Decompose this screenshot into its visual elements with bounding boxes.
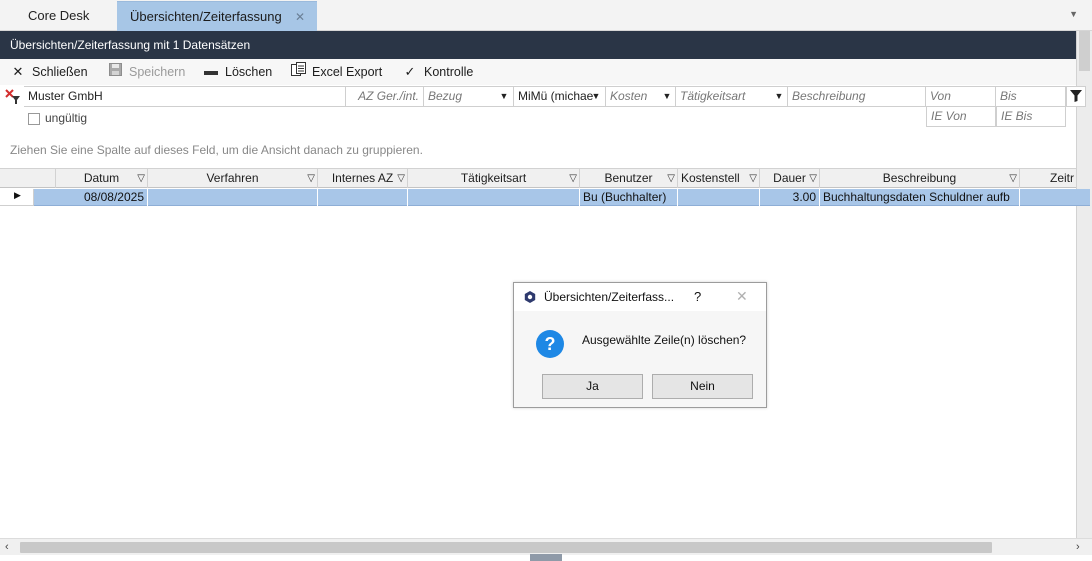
client-filter-field[interactable]: Muster GmbH [24, 86, 346, 107]
column-header-label: Dauer [773, 171, 806, 185]
checkmark-icon: ✓ [404, 64, 416, 79]
page-title: Übersichten/Zeiterfassung mit 1 Datensät… [0, 31, 1092, 59]
app-logo-icon [524, 291, 536, 303]
cell-internes-az[interactable] [318, 189, 408, 206]
tab-zeiterfassung[interactable]: Übersichten/Zeiterfassung ✕ [117, 1, 317, 31]
ie-von-filter-field[interactable]: IE Von [926, 107, 996, 127]
tab-core-desk[interactable]: Core Desk [14, 1, 114, 31]
cell-benutzer[interactable]: Bu (Buchhalter) [580, 189, 678, 206]
beschreibung-filter-field[interactable]: Beschreibung [788, 86, 926, 107]
column-header-beschreibung[interactable]: Beschreibung ▽ [820, 169, 1020, 188]
save-button-label: Speichern [129, 65, 186, 79]
kontrolle-label: Kontrolle [424, 65, 474, 79]
filter-icon[interactable]: ▽ [1009, 169, 1017, 188]
dialog-close-icon[interactable]: ✕ [736, 288, 748, 305]
dialog-title: Übersichten/Zeiterfass... [544, 290, 675, 304]
apply-filter-icon[interactable] [1066, 86, 1086, 107]
vertical-scroll-thumb[interactable] [1079, 31, 1090, 71]
bezug-placeholder: Bezug [428, 89, 463, 103]
column-header-label: Verfahren [206, 171, 259, 185]
filter-row: Muster GmbH AZ Ger./int. Bezug ▼ MiMü (m… [4, 86, 1086, 107]
excel-export-label: Excel Export [312, 65, 383, 79]
close-icon: ✕ [12, 64, 24, 79]
bis-filter-field[interactable]: Bis [996, 86, 1066, 107]
filter-icon[interactable]: ▽ [749, 169, 757, 188]
cell-datum[interactable]: 08/08/2025 [56, 189, 148, 206]
splitter-grip[interactable] [530, 554, 562, 561]
horizontal-scroll-thumb[interactable] [20, 542, 992, 553]
spreadsheet-icon [290, 62, 306, 82]
table-row[interactable]: 08/08/2025 Bu (Buchhalter) 3.00 Buchhalt… [0, 189, 1090, 206]
cell-taetigkeitsart[interactable] [408, 189, 580, 206]
help-icon[interactable]: ? [694, 289, 701, 304]
column-header-label: Benutzer [604, 171, 653, 185]
bezug-dropdown-icon[interactable]: ▼ [496, 87, 512, 106]
cell-zeitr[interactable] [1020, 189, 1090, 206]
close-tab-icon[interactable]: ✕ [295, 2, 305, 32]
column-header-label: Zeitr [1050, 171, 1074, 185]
filter-icon[interactable]: ▽ [667, 169, 675, 188]
dialog-title-bar[interactable]: Übersichten/Zeiterfass... ? ✕ [514, 283, 766, 311]
close-button-label: Schließen [32, 65, 88, 79]
vertical-scrollbar[interactable] [1076, 31, 1092, 551]
kontrolle-button[interactable]: ✓ Kontrolle [402, 62, 474, 82]
column-header-benutzer[interactable]: Benutzer ▽ [580, 169, 678, 188]
row-indicator[interactable]: ▶ [0, 189, 34, 206]
column-header-label: Datum [83, 171, 120, 185]
scroll-left-icon[interactable]: ‹ [5, 539, 9, 555]
cell-verfahren[interactable] [148, 189, 318, 206]
von-filter-field[interactable]: Von [926, 86, 996, 107]
column-header-label: Beschreibung [882, 171, 957, 185]
column-header-kostenstelle[interactable]: Kostenstell ▽ [678, 169, 760, 188]
question-icon: ? [536, 330, 564, 358]
filter-icon[interactable]: ▽ [569, 169, 577, 188]
grid-header: Datum ▽ Verfahren ▽ Internes AZ ▽ Tätigkeit… [0, 168, 1076, 188]
dialog-message: Ausgewählte Zeile(n) löschen? [582, 333, 747, 347]
cell-kostenstelle[interactable] [678, 189, 760, 206]
minus-icon [203, 62, 219, 82]
scroll-right-icon[interactable]: › [1076, 539, 1080, 555]
filter-icon[interactable]: ▽ [137, 169, 145, 188]
filter-icon[interactable]: ▽ [809, 169, 817, 188]
column-header-label: Tätigkeitsart [460, 171, 527, 185]
tab-list-chevron-icon[interactable]: ▼ [1069, 9, 1078, 19]
delete-button-label: Löschen [225, 65, 273, 79]
excel-export-button[interactable]: Excel Export [290, 62, 382, 82]
user-dropdown-icon[interactable]: ▼ [588, 87, 604, 106]
current-row-arrow-icon: ▶ [14, 190, 21, 200]
horizontal-scrollbar[interactable]: ‹ › [0, 538, 1092, 555]
save-button[interactable]: Speichern [107, 62, 185, 82]
kosten-dropdown-icon[interactable]: ▼ [659, 87, 675, 106]
no-button[interactable]: Nein [652, 374, 753, 399]
column-header-dauer[interactable]: Dauer ▽ [760, 169, 820, 188]
tab-strip: Core Desk Übersichten/Zeiterfassung ✕ ▼ [0, 0, 1092, 31]
filter-icon[interactable]: ▽ [397, 169, 405, 188]
group-by-hint: Ziehen Sie eine Spalte auf dieses Feld, … [10, 143, 423, 157]
column-header-zeitr[interactable]: Zeitr [1020, 169, 1076, 188]
cell-beschreibung[interactable]: Buchhaltungsdaten Schuldner aufb [820, 189, 1020, 206]
taetigkeit-dropdown-icon[interactable]: ▼ [771, 87, 787, 106]
az-filter-field[interactable]: AZ Ger./int. [346, 86, 424, 107]
delete-button[interactable]: Löschen [203, 62, 272, 82]
svg-text:?: ? [545, 334, 556, 354]
tab-zeiterfassung-label: Übersichten/Zeiterfassung [130, 9, 282, 24]
ie-bis-filter-field[interactable]: IE Bis [996, 107, 1066, 127]
column-header-label: Internes AZ [331, 171, 394, 185]
save-icon [107, 62, 123, 82]
cell-dauer[interactable]: 3.00 [760, 189, 820, 206]
header-spacer [0, 169, 56, 188]
column-header-verfahren[interactable]: Verfahren ▽ [148, 169, 318, 188]
column-header-internes-az[interactable]: Internes AZ ▽ [318, 169, 408, 188]
yes-button[interactable]: Ja [542, 374, 643, 399]
confirm-delete-dialog: Übersichten/Zeiterfass... ? ✕ ? Ausgewäh… [513, 282, 767, 408]
invalid-checkbox-label: ungültig [45, 111, 88, 125]
column-header-taetigkeitsart[interactable]: Tätigkeitsart ▽ [408, 169, 580, 188]
invalid-checkbox[interactable] [28, 113, 40, 125]
toolbar: ✕ Schließen Speichern Löschen Excel Expo… [0, 59, 1076, 85]
column-header-label: Kostenstell [681, 171, 740, 185]
close-button[interactable]: ✕ Schließen [10, 62, 88, 82]
filter-icon[interactable]: ▽ [307, 169, 315, 188]
column-header-datum[interactable]: Datum ▽ [56, 169, 148, 188]
